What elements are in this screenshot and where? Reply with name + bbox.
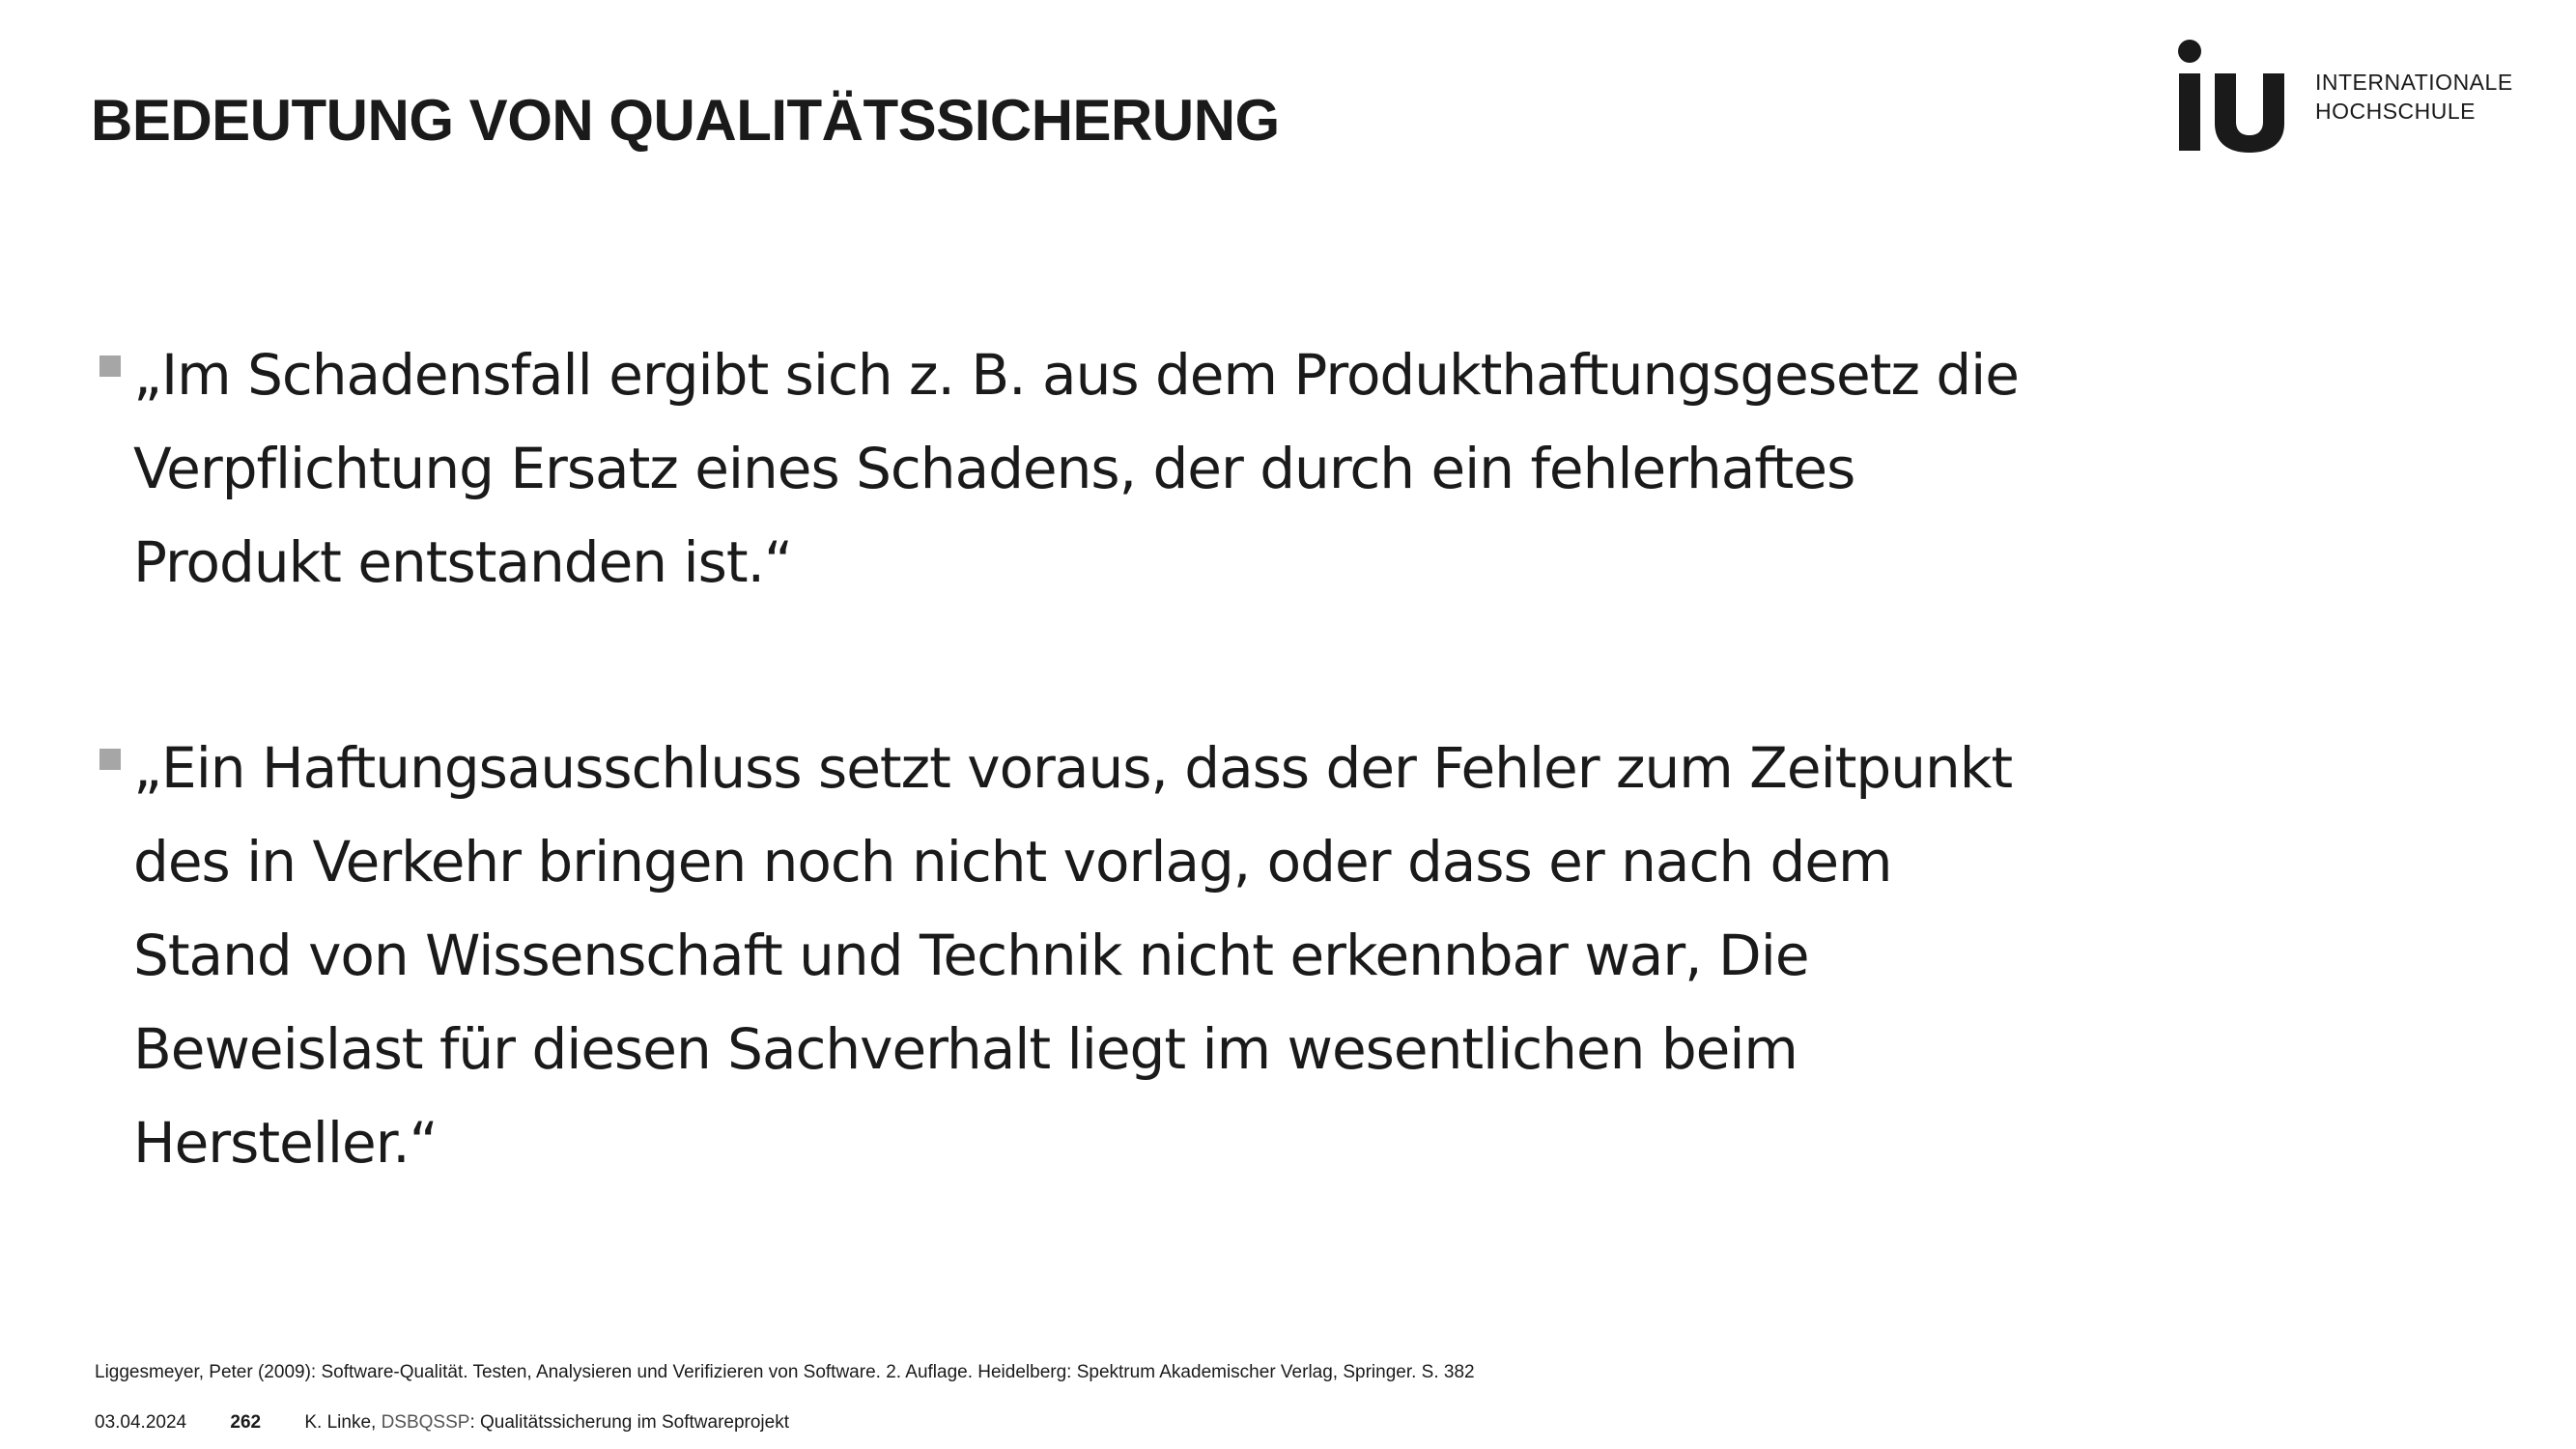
bullet-line: „Ein Haftungsausschluss setzt voraus, da… bbox=[133, 735, 2013, 801]
logo-text-line2: HOCHSCHULE bbox=[2315, 99, 2477, 124]
slide-footer: 03.04.2024 262 K. Linke, DSBQSSP: Qualit… bbox=[95, 1412, 789, 1434]
footer-author: K. Linke, bbox=[304, 1412, 377, 1433]
logo-text-line1: INTERNATIONALE bbox=[2315, 70, 2513, 95]
bullet-line: Verpflichtung Ersatz eines Schadens, der… bbox=[133, 436, 1855, 501]
footer-course-code: DSBQSSP bbox=[381, 1412, 470, 1433]
bullet-line: Beweislast für diesen Sachverhalt liegt … bbox=[133, 1016, 1798, 1082]
logo-text: INTERNATIONALE HOCHSCHULE bbox=[2315, 68, 2513, 126]
bullet-item: „Im Schadensfall ergibt sich z. B. aus d… bbox=[97, 328, 2028, 610]
bullet-line: des in Verkehr bringen noch nicht vorlag… bbox=[133, 829, 1893, 895]
bullet-item: „Ein Haftungsausschluss setzt voraus, da… bbox=[97, 722, 2028, 1190]
bullet-line: Stand von Wissenschaft und Technik nicht… bbox=[133, 923, 1810, 988]
slide-title: BEDEUTUNG VON QUALITÄTSSICHERUNG bbox=[91, 88, 1280, 153]
footer-date: 03.04.2024 bbox=[95, 1412, 187, 1433]
iu-logo-mark bbox=[2178, 40, 2284, 153]
footnote-citation: Liggesmeyer, Peter (2009): Software-Qual… bbox=[95, 1362, 1475, 1382]
bullet-line: Hersteller.“ bbox=[133, 1110, 439, 1176]
footer-page-number: 262 bbox=[230, 1412, 262, 1433]
bullet-line: Produkt entstanden ist.“ bbox=[133, 529, 793, 595]
bullet-square-icon bbox=[99, 749, 121, 770]
footer-course-title: : Qualitätssicherung im Softwareprojekt bbox=[469, 1412, 789, 1433]
bullet-square-icon bbox=[99, 355, 121, 377]
bullet-line: „Im Schadensfall ergibt sich z. B. aus d… bbox=[133, 342, 2020, 408]
iu-logo: INTERNATIONALE HOCHSCHULE bbox=[2178, 39, 2526, 155]
bullet-list: „Im Schadensfall ergibt sich z. B. aus d… bbox=[97, 328, 2028, 1190]
